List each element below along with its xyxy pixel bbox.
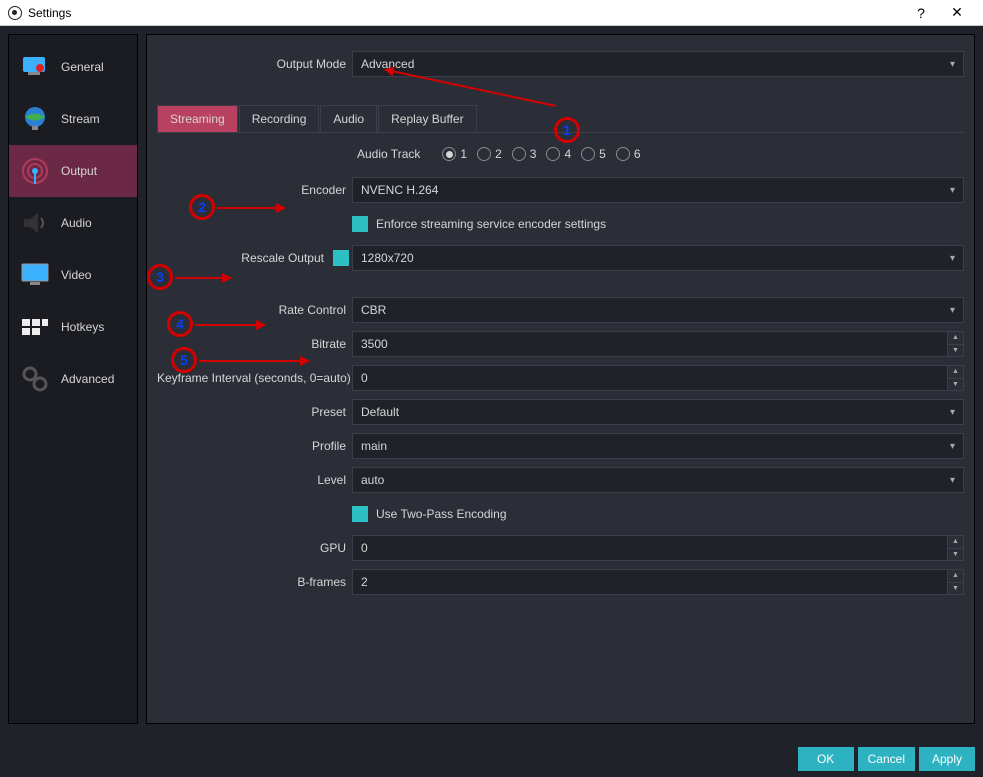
spin-up-icon[interactable]: ▲ — [947, 332, 963, 345]
gears-icon — [17, 361, 53, 397]
output-mode-value: Advanced — [361, 57, 414, 71]
audio-track-radio-1[interactable] — [442, 147, 456, 161]
rate-control-label: Rate Control — [157, 303, 352, 317]
sidebar-item-output[interactable]: Output — [9, 145, 137, 197]
sidebar-item-stream[interactable]: Stream — [9, 93, 137, 145]
rescale-label: Rescale Output — [157, 251, 330, 265]
two-pass-checkbox[interactable] — [352, 506, 368, 522]
preset-label: Preset — [157, 405, 352, 419]
sidebar-item-hotkeys[interactable]: Hotkeys — [9, 301, 137, 353]
level-label: Level — [157, 473, 352, 487]
keyframe-input[interactable]: 0▲▼ — [352, 365, 964, 391]
close-button[interactable]: ✕ — [939, 4, 975, 21]
audio-track-radio-6[interactable] — [616, 147, 630, 161]
rescale-value: 1280x720 — [361, 251, 414, 265]
enforce-checkbox[interactable] — [352, 216, 368, 232]
profile-label: Profile — [157, 439, 352, 453]
window-title: Settings — [28, 6, 71, 20]
sidebar-item-audio[interactable]: Audio — [9, 197, 137, 249]
audio-track-radio-5[interactable] — [581, 147, 595, 161]
speaker-icon — [17, 205, 53, 241]
output-tabs: Streaming Recording Audio Replay Buffer — [157, 105, 964, 133]
keyboard-icon — [17, 309, 53, 345]
sidebar-item-label: Hotkeys — [61, 320, 104, 334]
profile-dropdown[interactable]: main — [352, 433, 964, 459]
encoder-dropdown[interactable]: NVENC H.264 — [352, 177, 964, 203]
help-button[interactable]: ? — [903, 5, 939, 21]
spin-down-icon[interactable]: ▼ — [947, 379, 963, 391]
globe-icon — [17, 101, 53, 137]
annotation-arrow-5 — [199, 360, 309, 362]
audio-track-radio-2[interactable] — [477, 147, 491, 161]
audio-track-radio-4[interactable] — [546, 147, 560, 161]
sidebar-item-label: Audio — [61, 216, 92, 230]
sidebar-item-label: Stream — [61, 112, 100, 126]
footer-buttons: OK Cancel Apply — [798, 747, 975, 771]
spin-up-icon[interactable]: ▲ — [947, 570, 963, 583]
keyframe-label: Keyframe Interval (seconds, 0=auto) — [157, 371, 352, 385]
gpu-input[interactable]: 0▲▼ — [352, 535, 964, 561]
tab-recording[interactable]: Recording — [239, 105, 320, 132]
spin-down-icon[interactable]: ▼ — [947, 583, 963, 595]
rescale-dropdown[interactable]: 1280x720 — [352, 245, 964, 271]
apply-button[interactable]: Apply — [919, 747, 975, 771]
bitrate-input[interactable]: 3500▲▼ — [352, 331, 964, 357]
bframes-label: B-frames — [157, 575, 352, 589]
bitrate-label: Bitrate — [157, 337, 352, 351]
rate-control-dropdown[interactable]: CBR — [352, 297, 964, 323]
tab-streaming[interactable]: Streaming — [157, 105, 238, 132]
rescale-checkbox[interactable] — [333, 250, 349, 266]
audio-track-radio-3[interactable] — [512, 147, 526, 161]
output-mode-dropdown[interactable]: Advanced — [352, 51, 964, 77]
broadcast-icon — [17, 153, 53, 189]
level-dropdown[interactable]: auto — [352, 467, 964, 493]
sidebar: General Stream Output Audio Video — [8, 34, 138, 724]
ok-button[interactable]: OK — [798, 747, 854, 771]
sidebar-item-advanced[interactable]: Advanced — [9, 353, 137, 405]
cancel-button[interactable]: Cancel — [858, 747, 915, 771]
encoder-label: Encoder — [157, 183, 352, 197]
output-mode-label: Output Mode — [157, 57, 352, 71]
sidebar-item-video[interactable]: Video — [9, 249, 137, 301]
sidebar-item-label: General — [61, 60, 104, 74]
spin-down-icon[interactable]: ▼ — [947, 345, 963, 357]
bframes-input[interactable]: 2▲▼ — [352, 569, 964, 595]
spin-down-icon[interactable]: ▼ — [947, 549, 963, 561]
monitor-icon — [17, 257, 53, 293]
sidebar-item-label: Advanced — [61, 372, 114, 386]
sidebar-item-label: Output — [61, 164, 97, 178]
two-pass-label: Use Two-Pass Encoding — [376, 507, 507, 521]
titlebar: Settings ? ✕ — [0, 0, 983, 26]
preset-dropdown[interactable]: Default — [352, 399, 964, 425]
spin-up-icon[interactable]: ▲ — [947, 366, 963, 379]
tab-audio[interactable]: Audio — [320, 105, 377, 132]
audio-track-label: Audio Track — [357, 147, 420, 161]
enforce-label: Enforce streaming service encoder settin… — [376, 217, 606, 231]
audio-track-row: Audio Track 1 2 3 4 5 6 — [157, 147, 964, 161]
app-icon — [8, 6, 22, 20]
spin-up-icon[interactable]: ▲ — [947, 536, 963, 549]
encoder-value: NVENC H.264 — [361, 183, 438, 197]
wrench-icon — [17, 49, 53, 85]
sidebar-item-general[interactable]: General — [9, 41, 137, 93]
sidebar-item-label: Video — [61, 268, 91, 282]
main-panel: Output Mode Advanced Streaming Recording… — [146, 34, 975, 724]
tab-replay-buffer[interactable]: Replay Buffer — [378, 105, 477, 132]
gpu-label: GPU — [157, 541, 352, 555]
